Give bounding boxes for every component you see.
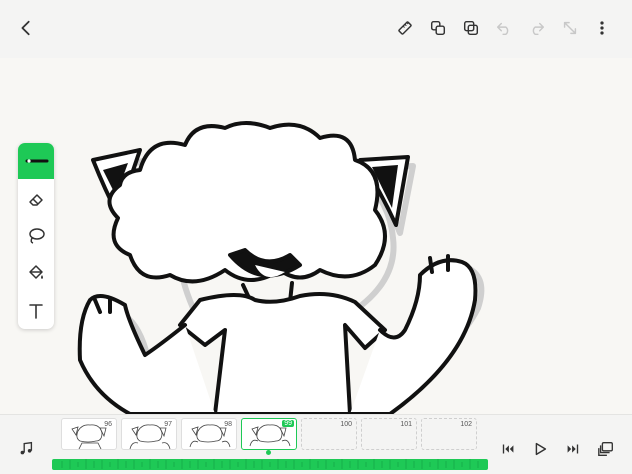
skip-forward-icon[interactable] [561,437,585,461]
timeline-frame-101[interactable]: 101 [361,418,417,450]
eraser-icon[interactable] [18,181,54,217]
text-icon[interactable] [18,293,54,329]
playhead-marker[interactable] [266,450,271,455]
timeline-frame-97[interactable]: 97 [121,418,177,450]
timeline-frame-100[interactable]: 100 [301,418,357,450]
play-icon[interactable] [528,437,552,461]
tool-palette [18,143,54,329]
music-icon[interactable] [14,437,38,461]
timeline-frame-96[interactable]: 96 [61,418,117,450]
layers-icon[interactable] [594,437,618,461]
frame-number: 102 [460,421,472,428]
frame-number: 100 [340,421,352,428]
frame-number: 101 [400,421,412,428]
frame-number: 99 [282,420,294,427]
timeline-frame-99[interactable]: 99 [241,418,297,450]
redo-icon[interactable] [525,16,549,40]
frame-number: 98 [224,421,232,428]
resize-icon[interactable] [558,16,582,40]
duplicate-frame-icon[interactable] [426,16,450,40]
timeline-frame-98[interactable]: 98 [181,418,237,450]
skip-back-icon[interactable] [496,437,520,461]
pen-icon[interactable] [18,143,54,179]
timeline-frame-102[interactable]: 102 [421,418,477,450]
back-icon[interactable] [14,16,38,40]
frame-number: 96 [104,421,112,428]
copy-icon[interactable] [459,16,483,40]
character-drawing [77,121,485,414]
more-icon[interactable] [590,16,614,40]
top-toolbar [0,0,632,58]
ruler-icon[interactable] [393,16,417,40]
undo-icon[interactable] [492,16,516,40]
audio-waveform[interactable] [52,456,488,470]
frame-number: 97 [164,421,172,428]
fill-bucket-icon[interactable] [18,255,54,291]
drawing-canvas[interactable] [0,58,632,414]
lasso-icon[interactable] [18,218,54,254]
